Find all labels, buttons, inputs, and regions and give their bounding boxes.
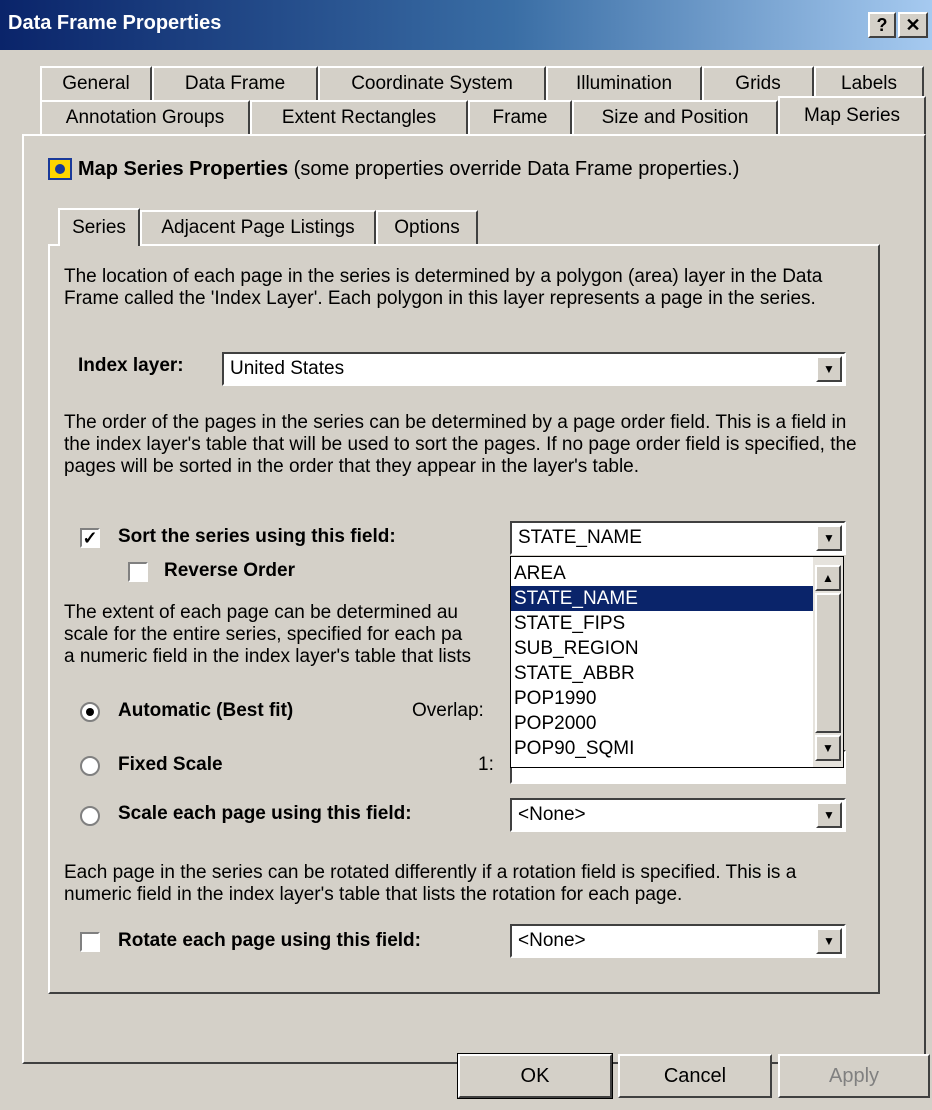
ok-button[interactable]: OK xyxy=(457,1053,613,1099)
scroll-thumb[interactable] xyxy=(815,593,841,733)
dropdown-items: AREA STATE_NAME STATE_FIPS SUB_REGION ST… xyxy=(511,561,813,761)
header-note: (some properties override Data Frame pro… xyxy=(293,158,740,180)
tab-options[interactable]: Options xyxy=(376,210,478,244)
sort-field-value: STATE_NAME xyxy=(518,527,642,548)
chevron-down-icon: ▼ xyxy=(823,531,835,545)
index-layer-combo[interactable]: United States ▼ xyxy=(222,352,846,386)
rotate-field-dropdown-button[interactable]: ▼ xyxy=(816,928,842,954)
radio-selected-dot xyxy=(86,708,94,716)
dropdown-option[interactable]: POP2000 xyxy=(511,711,813,736)
chevron-down-icon: ▼ xyxy=(823,362,835,376)
fixed-scale-radio[interactable] xyxy=(80,756,100,776)
scroll-down-button[interactable]: ▼ xyxy=(815,735,841,761)
dropdown-option[interactable]: STATE_FIPS xyxy=(511,611,813,636)
rotate-field-combo[interactable]: <None> ▼ xyxy=(510,924,846,958)
dropdown-option-selected[interactable]: STATE_NAME xyxy=(511,586,813,611)
extent-description-line: The extent of each page can be determine… xyxy=(64,602,458,623)
window-title: Data Frame Properties xyxy=(8,12,222,34)
close-button[interactable]: ✕ xyxy=(898,12,928,38)
tab-adjacent-page-listings[interactable]: Adjacent Page Listings xyxy=(140,210,376,244)
header-title: Map Series Properties xyxy=(78,158,289,180)
rotate-label: Rotate each page using this field: xyxy=(118,930,421,951)
index-layer-dropdown-button[interactable]: ▼ xyxy=(816,356,842,382)
scale-ratio-label: 1: xyxy=(478,754,494,775)
title-bar[interactable]: Data Frame Properties ? ✕ xyxy=(0,0,932,50)
tab-labels[interactable]: Labels xyxy=(814,66,924,100)
overlap-label: Overlap: xyxy=(412,700,484,721)
index-description: The location of each page in the series … xyxy=(64,266,823,309)
chevron-down-icon: ▼ xyxy=(823,934,835,948)
dropdown-option[interactable]: AREA xyxy=(511,561,813,586)
sort-label: Sort the series using this field: xyxy=(118,526,396,547)
tab-illumination[interactable]: Illumination xyxy=(546,66,702,100)
rotate-field-value: <None> xyxy=(518,930,586,951)
tab-data-frame[interactable]: Data Frame xyxy=(152,66,318,100)
rotation-description: Each page in the series can be rotated d… xyxy=(64,862,797,905)
help-button[interactable]: ? xyxy=(868,12,896,38)
cancel-button[interactable]: Cancel xyxy=(618,1054,772,1098)
extent-description: The extent of each page can be determine… xyxy=(64,602,508,668)
scale-field-label: Scale each page using this field: xyxy=(118,803,412,824)
tab-grids[interactable]: Grids xyxy=(702,66,814,100)
extent-description-line: scale for the entire series, specified f… xyxy=(64,624,463,645)
tab-map-series[interactable]: Map Series xyxy=(778,96,926,134)
index-layer-label: Index layer: xyxy=(78,355,184,376)
dropdown-option[interactable]: SUB_REGION xyxy=(511,636,813,661)
tab-extent-rectangles[interactable]: Extent Rectangles xyxy=(250,100,468,134)
order-description: The order of the pages in the series can… xyxy=(64,412,857,477)
scale-field-combo[interactable]: <None> ▼ xyxy=(510,798,846,832)
tab-coordinate-system[interactable]: Coordinate System xyxy=(318,66,546,100)
dropdown-option[interactable]: POP1990 xyxy=(511,686,813,711)
sort-checkbox[interactable]: ✓ xyxy=(80,528,100,548)
automatic-radio[interactable] xyxy=(80,702,100,722)
dropdown-option[interactable]: POP90_SQMI xyxy=(511,736,813,761)
index-layer-value: United States xyxy=(230,358,345,379)
chevron-down-icon: ▼ xyxy=(823,808,835,822)
scale-field-radio[interactable] xyxy=(80,806,100,826)
extent-description-line: a numeric field in the index layer's tab… xyxy=(64,646,472,667)
tab-frame[interactable]: Frame xyxy=(468,100,572,134)
reverse-order-label: Reverse Order xyxy=(164,560,295,581)
dropdown-scrollbar[interactable]: ▲ ▼ xyxy=(813,557,843,767)
tab-series[interactable]: Series xyxy=(58,208,140,246)
fixed-scale-label: Fixed Scale xyxy=(118,754,223,775)
scroll-up-button[interactable]: ▲ xyxy=(815,565,841,591)
sort-field-dropdown-button[interactable]: ▼ xyxy=(816,525,842,551)
sort-field-combo[interactable]: STATE_NAME ▼ xyxy=(510,521,846,555)
scale-field-value: <None> xyxy=(518,804,586,825)
tab-size-and-position[interactable]: Size and Position xyxy=(572,100,778,134)
dropdown-option[interactable]: STATE_ABBR xyxy=(511,661,813,686)
chevron-up-icon: ▲ xyxy=(822,571,834,585)
automatic-label: Automatic (Best fit) xyxy=(118,700,294,721)
sort-field-dropdown-list[interactable]: AREA STATE_NAME STATE_FIPS SUB_REGION ST… xyxy=(510,556,844,768)
reverse-order-checkbox[interactable] xyxy=(128,562,148,582)
apply-button[interactable]: Apply xyxy=(778,1054,930,1098)
map-series-icon xyxy=(48,158,72,180)
chevron-down-icon: ▼ xyxy=(822,741,834,755)
tab-annotation-groups[interactable]: Annotation Groups xyxy=(40,100,250,134)
rotate-checkbox[interactable] xyxy=(80,932,100,952)
tab-general[interactable]: General xyxy=(40,66,152,100)
scale-field-dropdown-button[interactable]: ▼ xyxy=(816,802,842,828)
header: Map Series Properties (some properties o… xyxy=(78,158,739,181)
